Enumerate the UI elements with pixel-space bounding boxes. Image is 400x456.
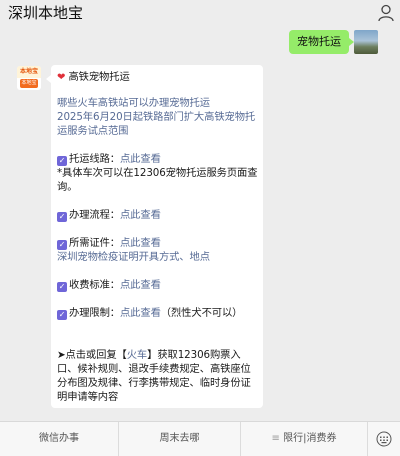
account-logo-bottom: 本地宝	[20, 79, 38, 88]
route-note-cont: 询。	[57, 181, 78, 193]
keyboard-icon[interactable]	[376, 431, 392, 447]
menu-icon: ≡	[271, 433, 284, 444]
bottom-menu-bar: 微信办事 周末去哪 ≡ 限行|消费券	[0, 421, 400, 456]
checkbox-icon: ✓	[57, 310, 67, 320]
checkbox-icon: ✓	[57, 282, 67, 292]
menu-weekend-outings[interactable]: 周末去哪	[119, 422, 240, 456]
footer-line-4: 明申请等内容	[57, 391, 119, 403]
menu-divider	[367, 422, 368, 456]
item-route-label: 托运线路：	[69, 153, 120, 165]
item-process-label: 办理流程：	[69, 209, 120, 221]
item-restrictions-note: （烈性犬不可以）	[160, 307, 243, 319]
account-avatar[interactable]: 本地宝 本地宝	[17, 66, 41, 90]
item-process: ✓ 办理流程：点此查看	[57, 208, 161, 222]
item-fees-label: 收费标准：	[69, 279, 120, 291]
item-restrictions: ✓ 办理限制：点此查看（烈性犬不可以）	[57, 306, 242, 320]
item-documents-link[interactable]: 点此查看	[120, 237, 161, 249]
item-documents: ✓ 所需证件：点此查看	[57, 236, 161, 250]
menu-traffic-coupons[interactable]: ≡ 限行|消费券	[241, 422, 367, 456]
item-restrictions-label: 办理限制：	[69, 307, 120, 319]
link-pet-expansion-cont[interactable]: 运服务试点范围	[57, 124, 128, 138]
item-route: ✓ 托运线路：点此查看	[57, 152, 161, 166]
item-fees: ✓ 收费标准：点此查看	[57, 278, 161, 292]
footer-line-3: 分布图及规律、行李携带规定、临时身份证	[57, 377, 251, 389]
checkbox-icon: ✓	[57, 212, 67, 222]
footer-suffix: 】获取12306购票入	[147, 349, 241, 361]
article-heading-row: ❤ 高铁宠物托运	[57, 70, 130, 85]
footer-prefix: ➤点击或回复【	[57, 349, 127, 361]
link-pet-expansion[interactable]: 2025年6月20日起铁路部门扩大高铁宠物托	[57, 110, 255, 124]
item-restrictions-link[interactable]: 点此查看	[120, 307, 161, 319]
menu-traffic-coupons-label: 限行|消费券	[283, 433, 337, 444]
route-note: *具体车次可以在12306宠物托运服务页面查	[57, 167, 258, 179]
item-process-link[interactable]: 点此查看	[120, 209, 161, 221]
chat-title: 深圳本地宝	[8, 4, 84, 22]
footer-line-2: 口、候补规则、退改手续费规定、高铁座位	[57, 363, 251, 375]
heart-icon: ❤	[57, 72, 66, 83]
footer-line-1: ➤点击或回复【火车】获取12306购票入	[57, 348, 241, 362]
chat-header: 深圳本地宝	[0, 0, 400, 28]
account-logo-top: 本地宝	[17, 66, 41, 78]
checkbox-icon: ✓	[57, 240, 67, 250]
item-fees-link[interactable]: 点此查看	[120, 279, 161, 291]
menu-wechat-services[interactable]: 微信办事	[0, 422, 118, 456]
link-quarantine-cert[interactable]: 深圳宠物检疫证明开具方式、地点	[57, 250, 210, 264]
item-documents-label: 所需证件：	[69, 237, 120, 249]
outgoing-message-text: 宠物托运	[297, 35, 341, 48]
outgoing-message-bubble[interactable]: 宠物托运	[289, 30, 354, 54]
article-heading: 高铁宠物托运	[68, 71, 130, 83]
user-avatar[interactable]	[354, 30, 378, 54]
checkbox-icon: ✓	[57, 156, 67, 166]
item-route-link[interactable]: 点此查看	[120, 153, 161, 165]
incoming-message-bubble: ❤ 高铁宠物托运 哪些火车高铁站可以办理宠物托运 2025年6月20日起铁路部门…	[46, 65, 263, 408]
profile-icon[interactable]	[378, 4, 394, 22]
link-pet-stations[interactable]: 哪些火车高铁站可以办理宠物托运	[57, 96, 210, 110]
train-keyword-link[interactable]: 火车	[127, 349, 148, 361]
